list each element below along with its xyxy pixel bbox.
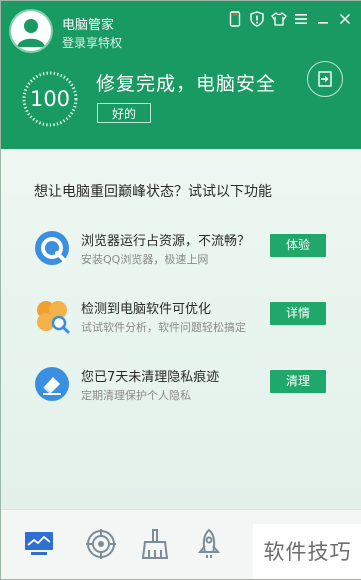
ok-button[interactable]: 好的 bbox=[97, 103, 151, 123]
recommendation-panel: 想让电脑重回巅峰状态？试试以下功能 浏览器运行占资源，不流畅？ 安装QQ浏览器，… bbox=[1, 149, 361, 509]
close-icon[interactable] bbox=[336, 10, 354, 28]
try-button[interactable]: 体验 bbox=[270, 234, 326, 257]
header: 电脑管家 登录享特权 100 修复完成，电脑安全 好的 bbox=[1, 1, 361, 149]
nav-speedup[interactable] bbox=[189, 524, 229, 564]
phone-icon[interactable] bbox=[226, 10, 244, 28]
exit-panel-icon bbox=[318, 71, 332, 87]
feature-title: 浏览器运行占资源，不流畅？ bbox=[81, 234, 251, 249]
feature-title: 您已7天未清理隐私痕迹 bbox=[81, 370, 220, 385]
feature-subtitle: 试试软件分析，软件问题轻松搞定 bbox=[81, 321, 246, 334]
menu-icon[interactable] bbox=[292, 10, 310, 28]
skin-icon[interactable] bbox=[270, 10, 288, 28]
rocket-icon bbox=[197, 528, 221, 558]
avatar[interactable] bbox=[11, 11, 51, 51]
title-bar-controls bbox=[226, 10, 354, 28]
status-headline: 修复完成，电脑安全 bbox=[96, 73, 277, 95]
feature-subtitle: 定期清理保护个人隐私 bbox=[81, 389, 191, 402]
software-analysis-icon bbox=[37, 301, 70, 334]
watermark: 软件技巧 bbox=[253, 524, 361, 579]
qq-browser-icon bbox=[35, 231, 69, 265]
monitor-icon bbox=[25, 532, 53, 555]
shield-icon[interactable] bbox=[248, 10, 266, 28]
broom-icon bbox=[141, 529, 169, 559]
health-score: 100 bbox=[29, 87, 71, 111]
app-title: 电脑管家 bbox=[62, 18, 115, 33]
nav-cleanup[interactable] bbox=[135, 524, 175, 564]
target-icon bbox=[86, 529, 116, 559]
prompt-text: 想让电脑重回巅峰状态？试试以下功能 bbox=[34, 184, 272, 200]
feature-software: 检测到电脑软件可优化 试试软件分析，软件问题轻松搞定 详情 bbox=[33, 297, 353, 341]
feature-browser: 浏览器运行占资源，不流畅？ 安装QQ浏览器，极速上网 体验 bbox=[33, 229, 353, 273]
minimize-icon[interactable] bbox=[314, 10, 332, 28]
clean-button[interactable]: 清理 bbox=[270, 370, 326, 393]
details-button[interactable]: 详情 bbox=[270, 302, 326, 325]
login-link[interactable]: 登录享特权 bbox=[62, 34, 122, 51]
privacy-eraser-icon bbox=[35, 367, 69, 401]
feature-subtitle: 安装QQ浏览器，极速上网 bbox=[81, 253, 209, 266]
feature-title: 检测到电脑软件可优化 bbox=[81, 302, 212, 317]
nav-home[interactable] bbox=[19, 524, 59, 564]
user-icon bbox=[17, 19, 45, 47]
nav-virus-scan[interactable] bbox=[81, 524, 121, 564]
app-window: 电脑管家 登录享特权 100 修复完成，电脑安全 好的 想让电脑重回巅峰状态？试… bbox=[0, 0, 361, 580]
feature-privacy: 您已7天未清理隐私痕迹 定期清理保护个人隐私 清理 bbox=[33, 365, 353, 409]
side-panel-button[interactable] bbox=[307, 61, 343, 97]
